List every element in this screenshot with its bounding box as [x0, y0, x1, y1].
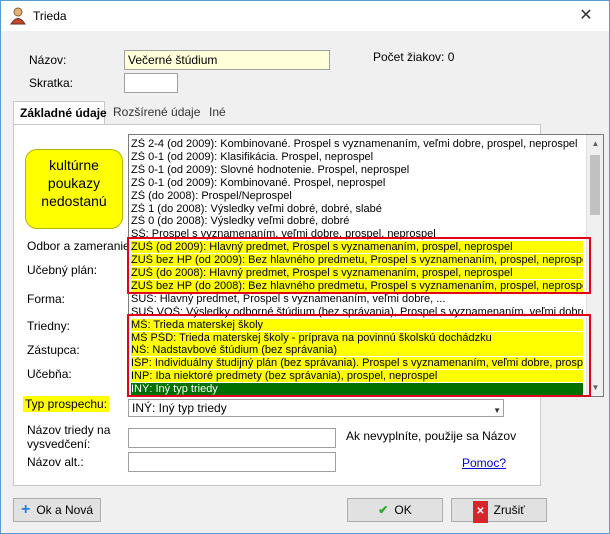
- dropdown-option[interactable]: MŠ: Trieda materskej školy: [131, 318, 583, 331]
- ok-a-nova-button[interactable]: + Ok a Nová: [13, 498, 101, 522]
- chevron-down-icon[interactable]: ▼: [493, 403, 501, 419]
- cancel-icon: ✕: [473, 501, 488, 523]
- plus-icon: +: [20, 501, 31, 518]
- zastupca-label: Zástupca:: [27, 343, 80, 357]
- window-title: Trieda: [33, 9, 67, 23]
- dropdown-option[interactable]: MŠ PŠD: Trieda materskej školy - príprav…: [131, 331, 583, 344]
- typ-prospechu-select[interactable]: INÝ: Iný typ triedy ▼: [128, 399, 504, 417]
- scrollbar[interactable]: ▲ ▼: [586, 135, 603, 396]
- scroll-thumb[interactable]: [590, 155, 600, 215]
- ok-a-nova-label: Ok a Nová: [36, 503, 94, 517]
- typ-prospechu-dropdown-list[interactable]: INÝ: Iný typ triedy INP: Iba niektoré pre…: [128, 134, 604, 397]
- dropdown-option[interactable]: NŠ: Nadstavbové štúdium (bez správania): [131, 344, 583, 357]
- odbor-label: Odbor a zameranie:: [27, 239, 134, 253]
- dropdown-option[interactable]: SUŠ: Hlavný predmet, Prospel s vyznamena…: [131, 293, 583, 305]
- ok-label: OK: [394, 503, 412, 517]
- user-icon: [10, 7, 26, 25]
- dropdown-option[interactable]: SŠ: Prospel s vyznamenaním, veľmi dobre,…: [131, 228, 583, 240]
- dropdown-option[interactable]: ZUŠ bez HP (do 2008): Bez hlavného predm…: [131, 279, 583, 292]
- forma-label: Forma:: [27, 292, 66, 306]
- typ-prospechu-value: INÝ: Iný typ triedy: [132, 401, 227, 415]
- close-icon[interactable]: ✕: [571, 5, 601, 27]
- pomoc-link[interactable]: Pomoc?: [462, 456, 506, 470]
- hint-text: Ak nevyplníte, použije sa Názov: [346, 429, 517, 443]
- ok-button[interactable]: ✔ OK: [347, 498, 443, 522]
- title-bar: Trieda ✕: [1, 1, 609, 31]
- ucebny-plan-label: Učebný plán:: [27, 263, 98, 277]
- zrusit-button[interactable]: ✕ Zrušiť: [451, 498, 547, 523]
- dropdown-option[interactable]: SUŠ VOŠ: Výsledky odborné štúdium (bez s…: [131, 306, 583, 318]
- zrusit-label: Zrušiť: [493, 503, 525, 517]
- dropdown-option[interactable]: INÝ: Iný typ triedy: [131, 383, 583, 396]
- dropdown-option[interactable]: IŠP: Individuálny študijný plán (bez spr…: [131, 357, 583, 370]
- nazov-input[interactable]: Večerné štúdium: [124, 50, 330, 70]
- dialog-window: Trieda ✕ Názov: Večerné štúdium Počet ži…: [0, 0, 610, 534]
- triedny-label: Triedny:: [27, 319, 70, 333]
- typ-prospechu-label: Typ prospechu:: [23, 396, 110, 412]
- tab-zakladne-udaje[interactable]: Základné údaje: [13, 101, 107, 126]
- dropdown-option[interactable]: ZŠ 0-1 (od 2009): Slovné hodnotenie. Pro…: [131, 164, 583, 176]
- nazov-label: Názov:: [29, 53, 67, 67]
- dropdown-option[interactable]: ZUŠ (od 2009): Hlavný predmet, Prospel s…: [131, 241, 583, 254]
- ucebna-label: Učebňa:: [27, 367, 72, 381]
- nazov-triedy-input[interactable]: [128, 428, 336, 448]
- callout-note: kultúrne poukazy nedostanú: [25, 149, 123, 229]
- dropdown-option[interactable]: ZŠ 0 (do 2008): Výsledky veľmi dobré, do…: [131, 215, 583, 227]
- checkmark-icon: ✔: [378, 503, 389, 517]
- dropdown-option[interactable]: ZŠ (do 2008): Prospel/Neprospel: [131, 190, 583, 202]
- nazov-alt-input[interactable]: [128, 452, 336, 472]
- callout-text: kultúrne poukazy nedostanú: [41, 157, 107, 209]
- dropdown-option[interactable]: ZŠ 2-4 (od 2009): Kombinované. Prospel s…: [131, 138, 583, 150]
- nazov-triedy-label: Názov triedy na vysvedčení:: [27, 423, 111, 451]
- dropdown-option[interactable]: ZŠ 1 (do 2008): Výsledky veľmi dobré, do…: [131, 203, 583, 215]
- scroll-up-icon[interactable]: ▲: [587, 135, 603, 152]
- skratka-input[interactable]: [124, 73, 178, 93]
- skratka-label: Skratka:: [29, 76, 74, 90]
- dropdown-option[interactable]: ZUŠ bez HP (od 2009): Bez hlavného predm…: [131, 254, 583, 267]
- scroll-down-icon[interactable]: ▼: [587, 379, 603, 396]
- nazov-alt-label: Názov alt.:: [27, 455, 84, 469]
- dropdown-option[interactable]: INP: Iba niektoré predmety (bez správani…: [131, 370, 583, 383]
- tab-rozsirene-udaje[interactable]: Rozšírené údaje: [107, 101, 206, 123]
- dropdown-option[interactable]: ZŠ 0-1 (od 2009): Kombinované. Prospel, …: [131, 177, 583, 189]
- dropdown-option[interactable]: ZUŠ (do 2008): Hlavný predmet, Prospel s…: [131, 267, 583, 279]
- tab-ine[interactable]: Iné: [203, 101, 232, 123]
- dropdown-option[interactable]: ZŠ 0-1 (od 2009): Klasifikácia. Prospel,…: [131, 151, 583, 163]
- pocet-ziakov: Počet žiakov: 0: [373, 50, 455, 64]
